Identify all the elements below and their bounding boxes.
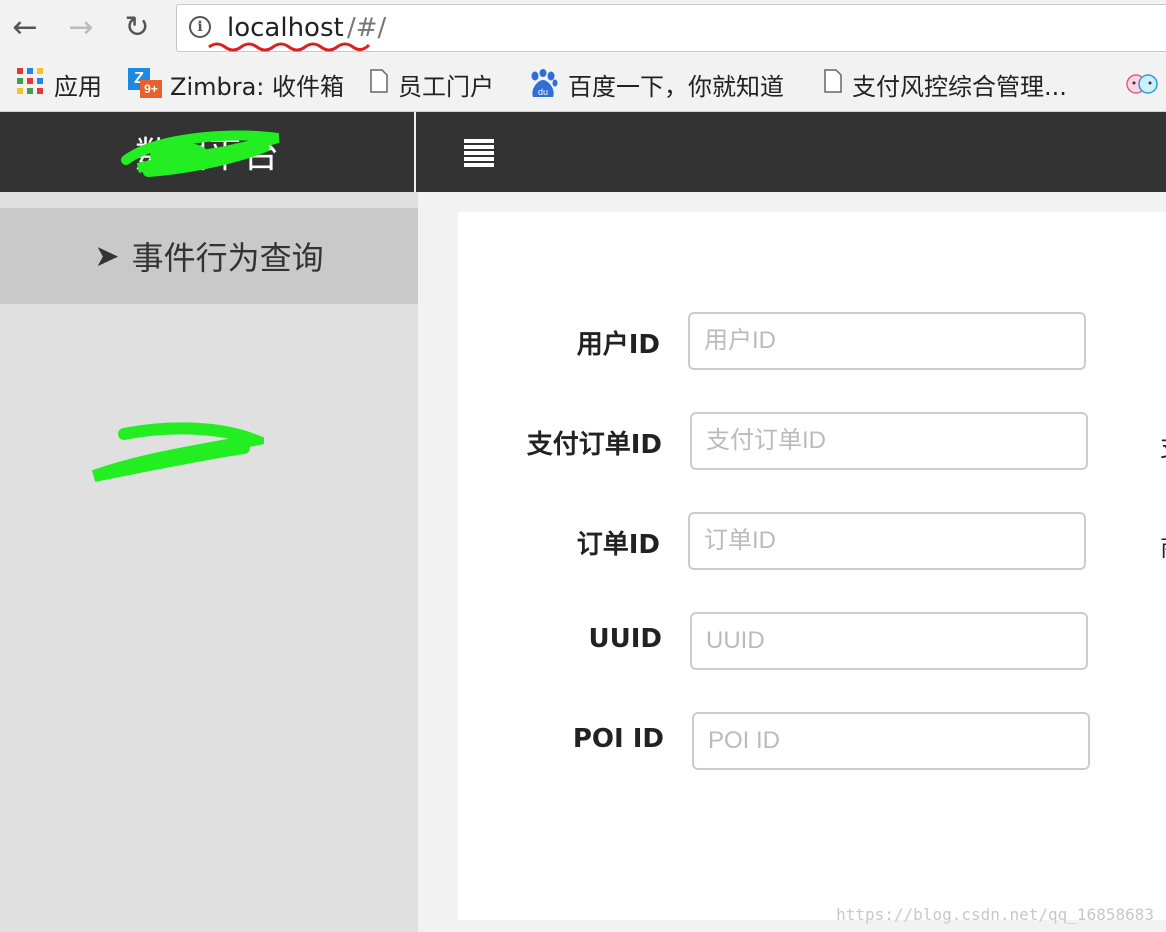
info-icon[interactable]: i: [189, 16, 211, 38]
sidebar-item-label: 事件行为查询: [131, 239, 324, 277]
url-path: /#/: [347, 13, 387, 43]
extension-icon[interactable]: [1124, 68, 1158, 104]
send-arrow-icon: ➤: [94, 238, 120, 274]
spellcheck-underline: [208, 42, 371, 52]
poi-id-label: POI ID: [572, 724, 664, 754]
poi-id-input[interactable]: [692, 712, 1090, 770]
sidebar-item-event-query[interactable]: ➤ 事件行为查询: [0, 208, 418, 304]
brand-text: 数据平台: [134, 135, 279, 176]
back-arrow-icon[interactable]: ←: [8, 10, 42, 45]
bookmark-label: 员工门户: [398, 72, 494, 101]
order-id-label: 订单ID: [576, 530, 660, 560]
reload-icon[interactable]: ↻: [120, 10, 154, 45]
bookmark-apps[interactable]: 应用: [16, 67, 102, 101]
watermark: https://blog.csdn.net/qq_16858683: [836, 905, 1154, 924]
order-id-input[interactable]: [688, 512, 1086, 570]
uuid-label: UUID: [588, 624, 662, 654]
zimbra-icon: Z 9+: [128, 68, 162, 100]
bookmark-risk-control[interactable]: 支付风控综合管理...: [824, 68, 1067, 101]
user-id-input[interactable]: [688, 312, 1086, 370]
bookmark-label: Zimbra: 收件箱: [170, 72, 345, 101]
bookmark-label: 应用: [54, 72, 102, 101]
bookmark-zimbra[interactable]: Z 9+ Zimbra: 收件箱: [128, 68, 345, 101]
pay-order-id-label: 支付订单ID: [526, 430, 662, 460]
baidu-icon: du: [528, 69, 558, 99]
bookmark-baidu[interactable]: du 百度一下，你就知道: [528, 68, 784, 101]
clipped-label: 支: [1160, 428, 1166, 463]
uuid-input[interactable]: [690, 612, 1088, 670]
app-header: 数据平台: [0, 112, 1166, 192]
clipped-label: 商: [1160, 528, 1166, 563]
sidebar: ➤ 事件行为查询: [0, 192, 418, 932]
brand-title[interactable]: 数据平台: [0, 112, 416, 192]
page-icon: [370, 69, 388, 99]
address-bar[interactable]: i localhost /#/: [176, 4, 1166, 52]
page-icon: [824, 69, 842, 99]
hamburger-menu-icon[interactable]: [464, 139, 494, 167]
bookmark-label: 百度一下，你就知道: [568, 72, 784, 101]
forward-arrow-icon[interactable]: →: [64, 10, 98, 45]
redaction-scribble: [91, 422, 264, 482]
bookmark-label: 支付风控综合管理...: [852, 72, 1067, 101]
pay-order-id-input[interactable]: [690, 412, 1088, 470]
url-host: localhost: [227, 13, 344, 43]
bookmark-employee-portal[interactable]: 员工门户: [370, 68, 494, 101]
user-id-label: 用户ID: [576, 330, 660, 360]
bookmarks-bar: 应用 Z 9+ Zimbra: 收件箱 员工门户 du 百度一下，你就知道 支付…: [0, 56, 1166, 112]
svg-text:du: du: [538, 87, 548, 97]
browser-toolbar: ← → ↻ i localhost /#/: [0, 0, 1166, 56]
apps-grid-icon: [16, 67, 44, 101]
